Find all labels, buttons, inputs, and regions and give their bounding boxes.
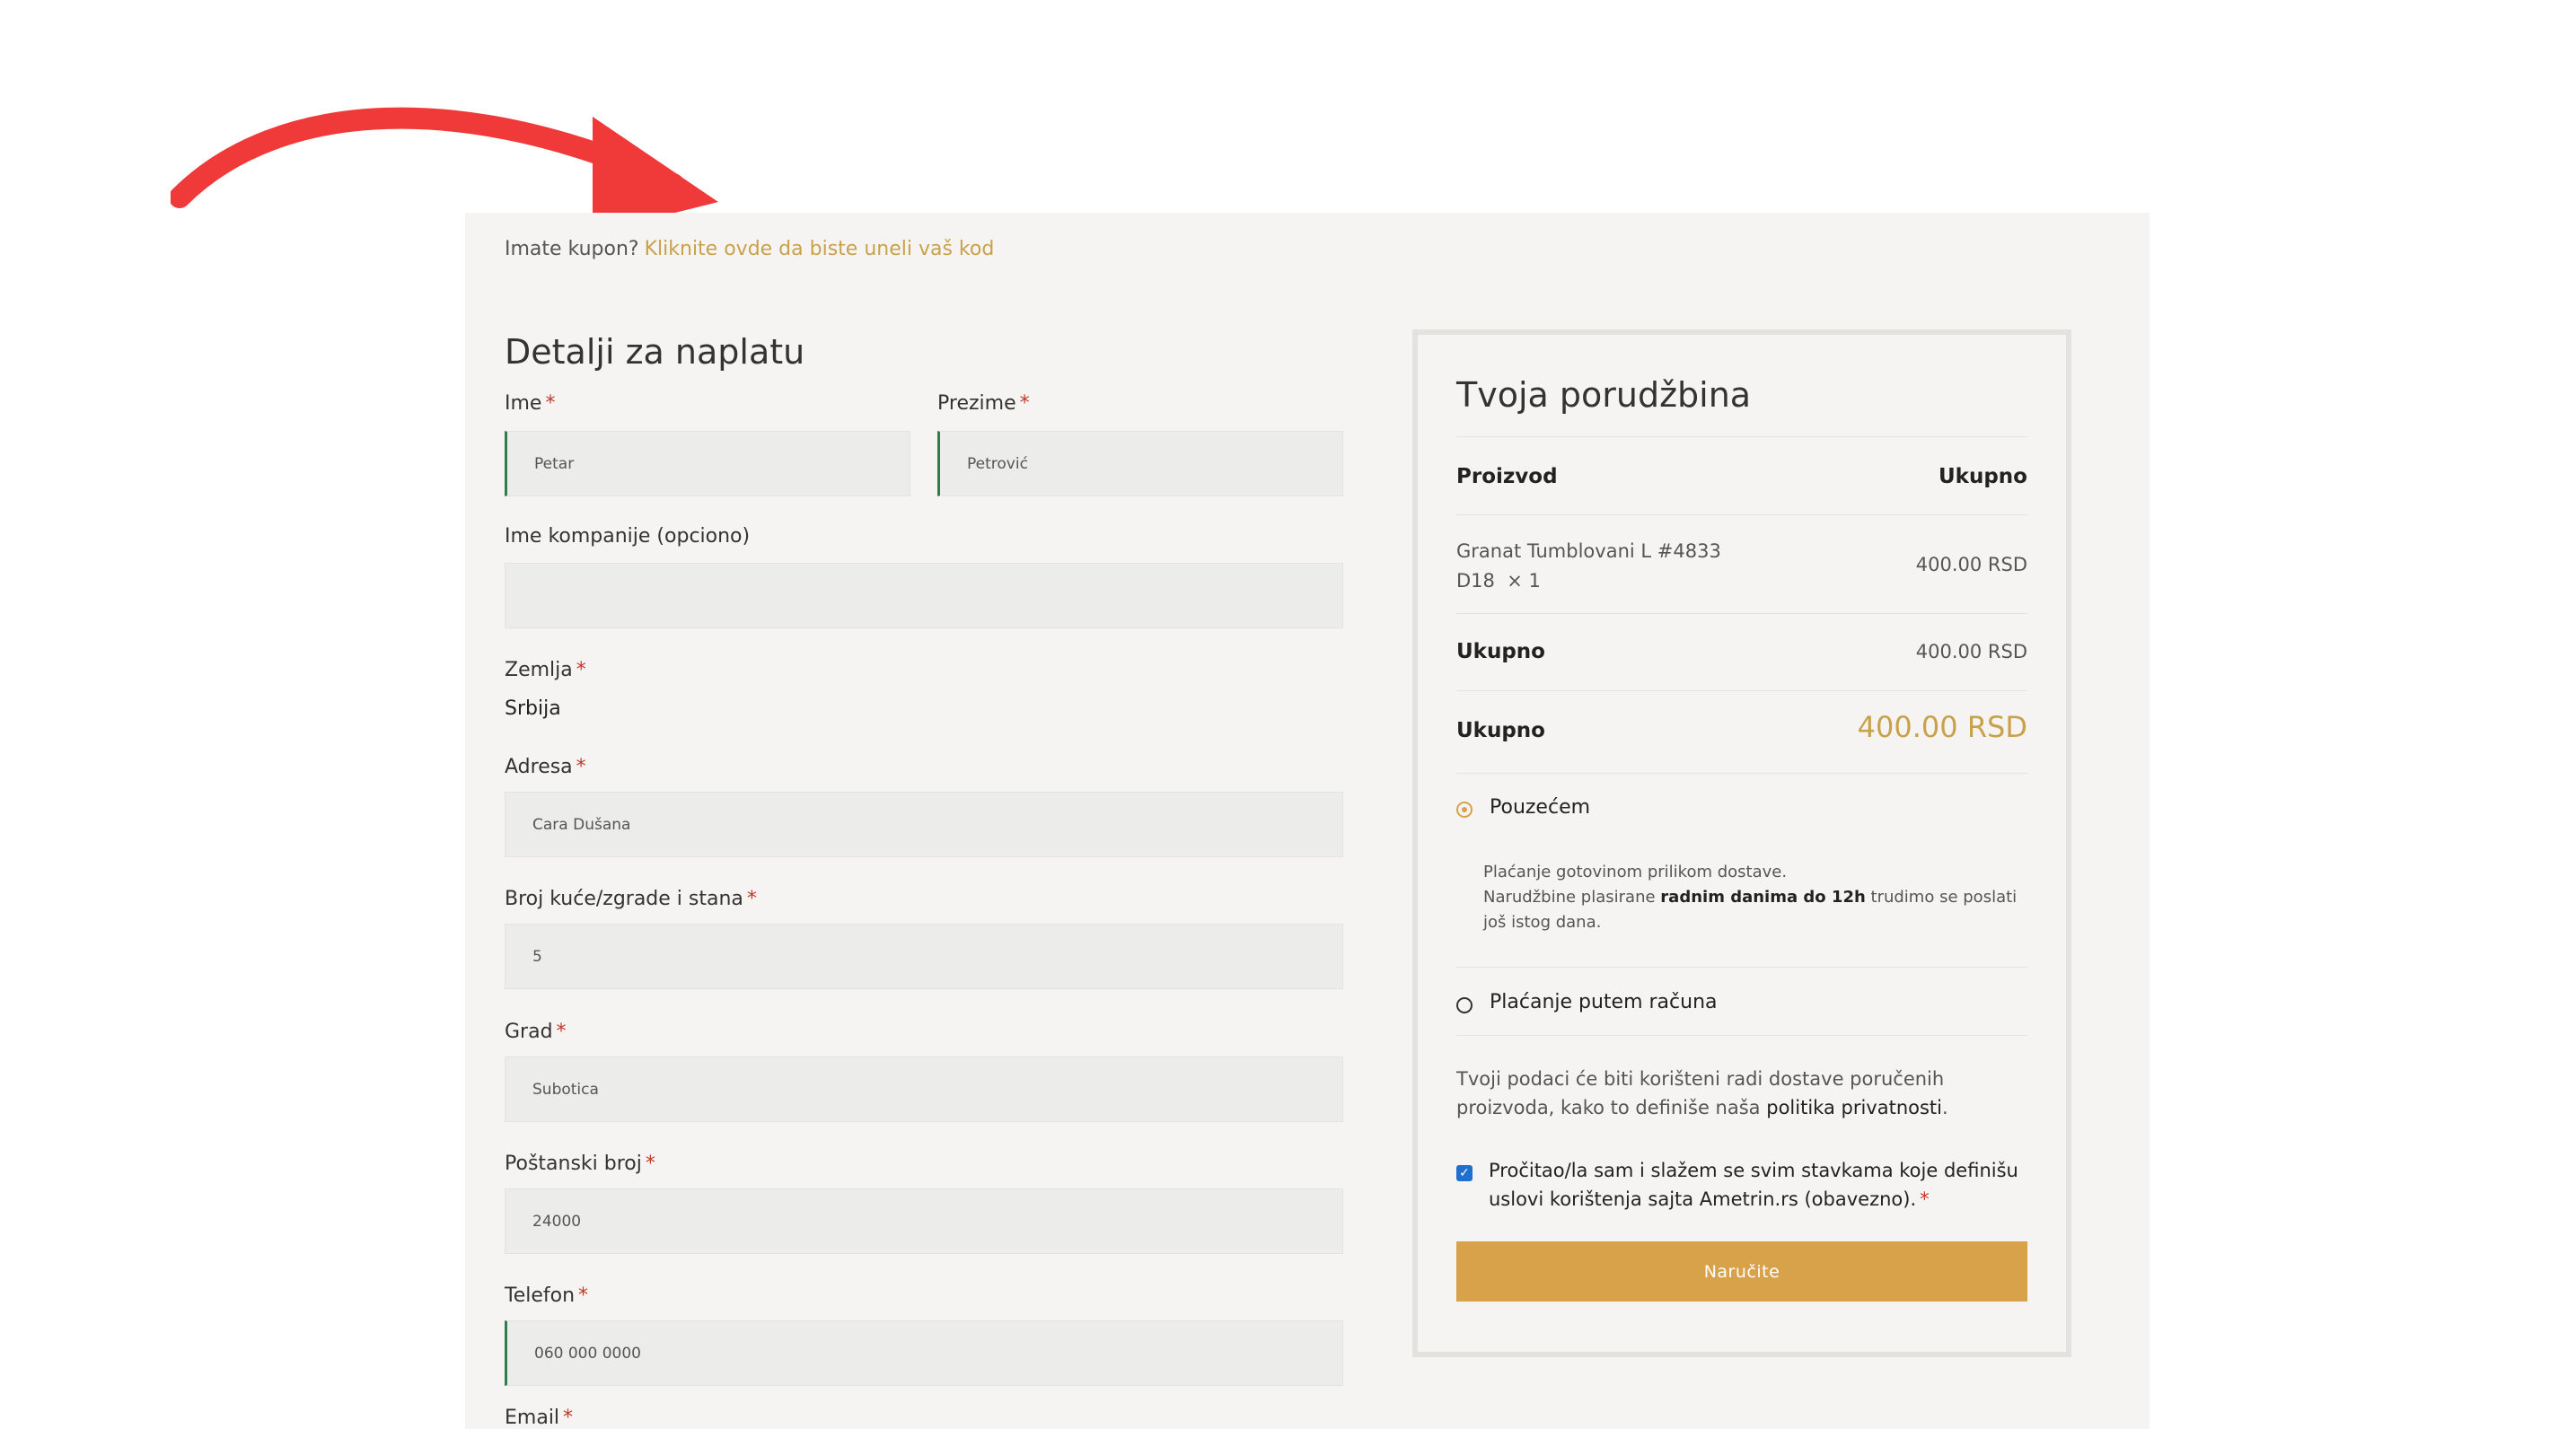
item-name: Granat Tumblovani L #4833 bbox=[1456, 540, 1721, 562]
order-summary: Tvoja porudžbina Proizvod Ukupno Granat … bbox=[1412, 329, 2071, 1357]
postal-input[interactable]: 24000 bbox=[505, 1188, 1343, 1254]
last-name-label: Prezime * bbox=[937, 392, 1030, 415]
product-col-header: Proizvod bbox=[1456, 465, 1558, 488]
subtotal-value: 400.00 RSD bbox=[1915, 641, 2027, 662]
address-input[interactable]: Cara Dušana bbox=[505, 792, 1343, 857]
company-input[interactable] bbox=[505, 563, 1343, 628]
privacy-policy-link[interactable]: politika privatnosti bbox=[1766, 1097, 1942, 1118]
divider bbox=[1456, 690, 2027, 691]
coupon-notice: Imate kupon? Kliknite ovde da biste uneli… bbox=[505, 238, 994, 260]
phone-input[interactable]: 060 000 0000 bbox=[505, 1320, 1343, 1386]
phone-label: Telefon * bbox=[505, 1284, 589, 1307]
total-label: Ukupno bbox=[1456, 719, 1545, 742]
cod-description: Plaćanje gotovinom prilikom dostave. Nar… bbox=[1483, 863, 2018, 932]
company-label: Ime kompanije (opciono) bbox=[505, 525, 751, 548]
total-value: 400.00 RSD bbox=[1857, 710, 2027, 744]
order-title: Tvoja porudžbina bbox=[1456, 375, 1752, 415]
item-price: 400.00 RSD bbox=[1915, 554, 2027, 575]
subtotal-label: Ukupno bbox=[1456, 640, 1545, 663]
order-item: Granat Tumblovani L #4833 D18 × 1 bbox=[1456, 537, 1721, 596]
email-label: Email * bbox=[505, 1407, 574, 1429]
divider bbox=[1456, 967, 2027, 968]
postal-label: Poštanski broj * bbox=[505, 1153, 655, 1175]
country-value: Srbija bbox=[505, 697, 561, 720]
divider bbox=[1456, 773, 2027, 774]
address-label: Adresa * bbox=[505, 756, 586, 778]
divider bbox=[1456, 436, 2027, 437]
house-label: Broj kuće/zgrade i stana * bbox=[505, 888, 757, 910]
place-order-button[interactable]: Naručite bbox=[1456, 1241, 2027, 1302]
divider bbox=[1456, 1035, 2027, 1036]
first-name-label: Ime * bbox=[505, 392, 556, 415]
divider bbox=[1456, 514, 2027, 515]
coupon-question: Imate kupon? bbox=[505, 238, 639, 260]
city-input[interactable]: Subotica bbox=[505, 1056, 1343, 1122]
house-input[interactable]: 5 bbox=[505, 924, 1343, 989]
item-variant: D18 bbox=[1456, 570, 1495, 592]
country-label: Zemlja * bbox=[505, 659, 586, 681]
invoice-label[interactable]: Plaćanje putem računa bbox=[1490, 991, 1718, 1013]
coupon-link[interactable]: Kliknite ovde da biste uneli vaš kod bbox=[645, 238, 995, 260]
billing-title: Detalji za naplatu bbox=[505, 332, 805, 372]
terms-label[interactable]: Pročitao/la sam i slažem se svim stavkam… bbox=[1489, 1156, 2027, 1214]
last-name-input[interactable]: Petrović bbox=[937, 431, 1343, 496]
privacy-notice: Tvoji podaci će biti korišteni radi dost… bbox=[1456, 1068, 1948, 1118]
divider bbox=[1456, 613, 2027, 614]
invoice-radio[interactable] bbox=[1456, 997, 1473, 1013]
first-name-input[interactable]: Petar bbox=[505, 431, 910, 496]
cod-radio[interactable] bbox=[1456, 802, 1473, 818]
total-col-header: Ukupno bbox=[1939, 465, 2027, 488]
terms-checkbox[interactable]: ✓ bbox=[1456, 1165, 1473, 1181]
item-qty: × 1 bbox=[1507, 570, 1541, 592]
checkout-panel: Imate kupon? Kliknite ovde da biste uneli… bbox=[465, 213, 2150, 1429]
cod-label[interactable]: Pouzećem bbox=[1490, 796, 1590, 819]
city-label: Grad * bbox=[505, 1021, 567, 1043]
